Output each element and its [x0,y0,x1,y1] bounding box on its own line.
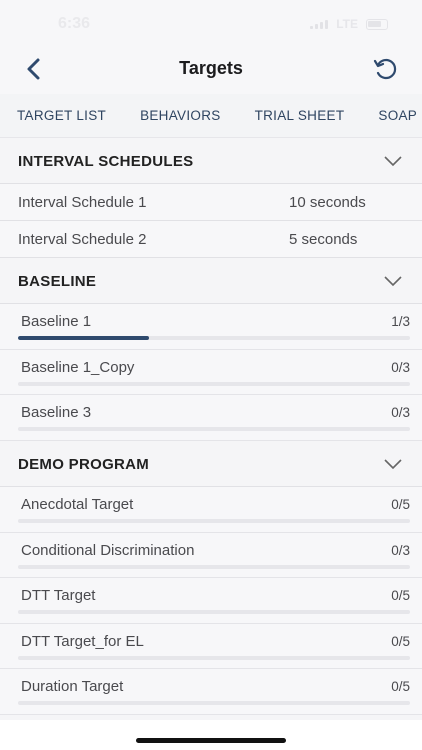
status-bar: 6:36 LTE [0,0,422,44]
progress-bar [18,655,410,660]
progress-fill [18,336,149,340]
interval-schedule-row[interactable]: Interval Schedule 1 10 seconds [0,184,422,221]
signal-icon [310,19,329,29]
tab-trial-sheet[interactable]: TRIAL SHEET [238,94,362,137]
refresh-icon[interactable] [372,56,400,82]
page-title: Targets [179,58,243,78]
target-count: 0/5 [391,588,410,603]
target-list: INTERVAL SCHEDULES Interval Schedule 1 1… [0,138,422,720]
chevron-down-icon[interactable] [384,155,402,167]
interval-schedule-row[interactable]: Interval Schedule 2 5 seconds [0,221,422,258]
status-time: 6:36 [58,15,91,32]
target-row[interactable]: Baseline 3 0/3 [0,395,422,441]
target-row[interactable]: Baseline 1 1/3 [0,304,422,350]
section-title: INTERVAL SCHEDULES [18,153,194,170]
tab-bar: TARGET LIST BEHAVIORS TRIAL SHEET SOAP [0,94,422,138]
home-indicator[interactable] [136,738,286,743]
chevron-down-icon[interactable] [384,458,402,470]
tab-soap[interactable]: SOAP [361,94,422,137]
target-row[interactable]: Duration Target 0/5 [0,669,422,715]
target-count: 0/5 [391,633,410,649]
target-name: Baseline 3 [21,404,92,421]
chevron-down-icon[interactable] [384,275,402,287]
target-count: 0/3 [391,359,410,375]
battery-icon [366,18,388,30]
section-title: DEMO PROGRAM [18,456,150,473]
target-row[interactable]: Anecdotal Target 0/5 [0,487,422,533]
target-row[interactable]: DTT Target_for EL 0/5 [0,623,422,669]
tab-behaviors[interactable]: BEHAVIORS [123,94,237,137]
tab-target-list[interactable]: TARGET LIST [0,94,123,137]
progress-bar [18,336,410,340]
target-count: 0/3 [391,405,410,420]
progress-bar [18,701,410,705]
target-row[interactable]: Baseline 1_Copy 0/3 [0,349,422,395]
network-label: LTE [336,17,358,31]
nav-header: Targets [0,44,422,94]
section-title: BASELINE [18,273,97,290]
target-count: 0/5 [391,679,410,694]
progress-bar [18,427,410,431]
target-name: Anecdotal Target [21,496,134,513]
target-name: Baseline 1_Copy [21,358,135,376]
target-name: Baseline 1 [21,313,92,330]
progress-bar [18,519,410,523]
target-name: DTT Target [21,587,96,604]
section-header-interval-schedules[interactable]: INTERVAL SCHEDULES [0,138,422,184]
target-count: 0/3 [391,542,410,558]
status-indicators: LTE [310,17,388,31]
target-name: DTT Target_for EL [21,632,144,650]
progress-bar [18,564,410,569]
target-count: 1/3 [391,314,410,329]
target-name: Duration Target [21,678,124,695]
interval-schedule-value: 5 seconds [289,231,358,248]
section-header-demo-program[interactable]: DEMO PROGRAM [0,441,422,487]
section-header-baseline[interactable]: BASELINE [0,258,422,304]
target-row[interactable]: DTT Target 0/5 [0,578,422,624]
progress-bar [18,381,410,386]
interval-schedule-name: Interval Schedule 2 [18,231,147,248]
home-indicator-area [0,720,422,750]
progress-bar [18,610,410,614]
interval-schedule-name: Interval Schedule 1 [18,194,147,211]
target-count: 0/5 [391,497,410,512]
interval-schedule-value: 10 seconds [289,194,366,211]
target-row[interactable]: Conditional Discrimination 0/3 [0,532,422,578]
target-name: Conditional Discrimination [21,541,195,559]
